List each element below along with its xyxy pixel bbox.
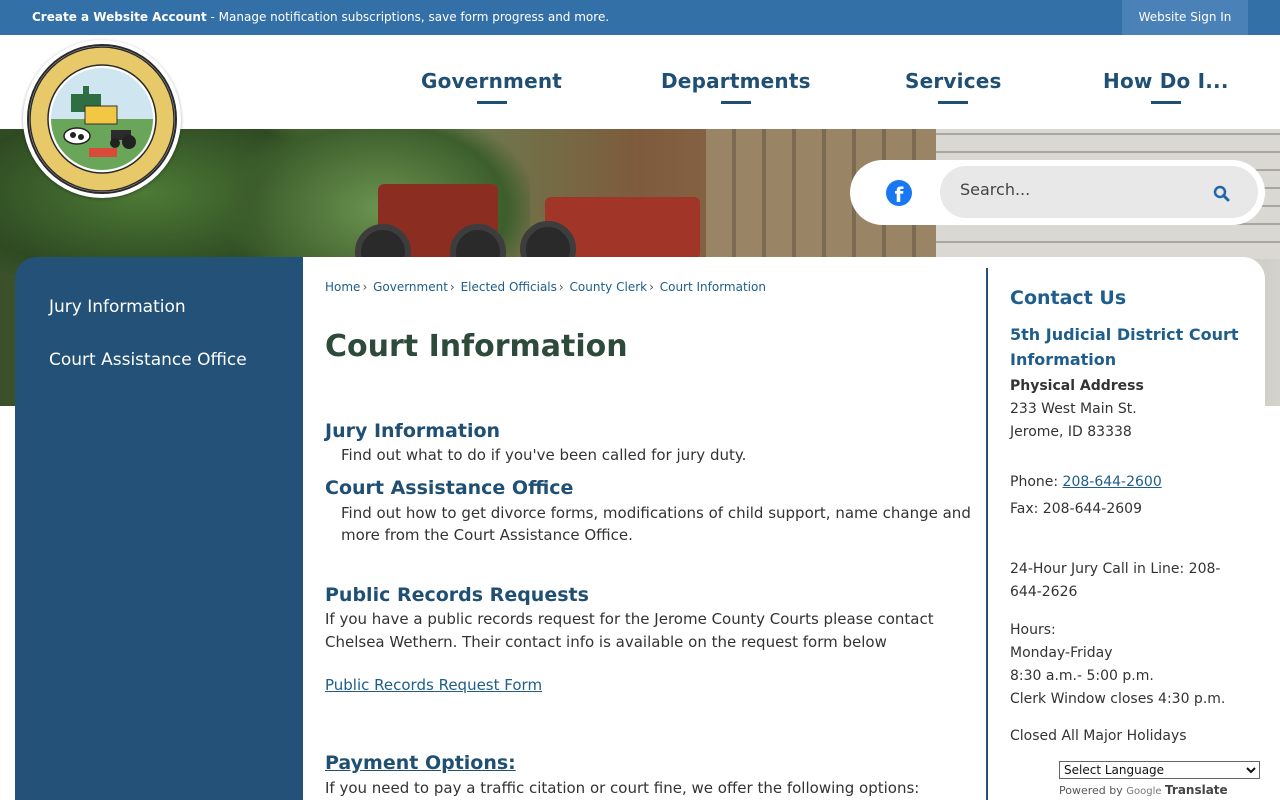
header: Government Departments Services How Do I… — [0, 35, 1280, 129]
facebook-letter: f — [894, 183, 904, 206]
jury-information-heading-link[interactable]: Jury Information — [325, 420, 500, 442]
breadcrumb-separator: › — [649, 280, 654, 294]
nav-how-do-i[interactable]: How Do I... — [1103, 69, 1229, 104]
public-records-text: If you have a public records request for… — [325, 610, 934, 651]
nav-departments-label: Departments — [661, 69, 811, 93]
nav-how-do-i-label: How Do I... — [1103, 69, 1229, 93]
court-name-heading: 5th Judicial District Court Information — [1010, 325, 1239, 369]
payment-options-text: If you need to pay a traffic citation or… — [325, 779, 920, 797]
public-records-request-form-link[interactable]: Public Records Request Form — [325, 676, 542, 694]
facebook-icon[interactable]: f — [886, 180, 912, 206]
phone-link[interactable]: 208-644-2600 — [1063, 474, 1162, 490]
search-icon[interactable] — [1212, 184, 1232, 204]
address-block: Physical Address 233 West Main St. Jerom… — [1010, 375, 1250, 444]
address-line-1: 233 West Main St. — [1010, 401, 1137, 417]
hours-days: Monday-Friday — [1010, 645, 1113, 661]
nav-underline — [938, 101, 969, 104]
breadcrumb-court-information[interactable]: Court Information — [660, 280, 766, 294]
hours-block: Hours: Monday-Friday 8:30 a.m.- 5:00 p.m… — [1010, 619, 1250, 711]
contact-us-heading: Contact Us — [1010, 287, 1127, 309]
breadcrumb-separator: › — [449, 280, 455, 294]
powered-by-google-translate: Powered by Google Translate — [1059, 783, 1260, 797]
nav-departments[interactable]: Departments — [661, 69, 811, 104]
nav-services[interactable]: Services — [905, 69, 1002, 104]
seal-icon — [27, 44, 177, 194]
sidebar-item-court-assistance-office[interactable]: Court Assistance Office — [49, 350, 247, 370]
county-seal-logo[interactable] — [23, 40, 181, 198]
breadcrumb-home[interactable]: Home — [325, 280, 360, 294]
translate-link[interactable]: Translate — [1165, 783, 1228, 797]
create-account-link[interactable]: Create a Website Account — [32, 10, 207, 24]
website-sign-in-button[interactable]: Website Sign In — [1122, 0, 1248, 35]
nav-government[interactable]: Government — [421, 69, 563, 104]
holiday-closure: Closed All Major Holidays — [1010, 728, 1187, 744]
translate-widget: Select Language Powered by Google Transl… — [1059, 759, 1260, 797]
clerk-window-hours: Clerk Window closes 4:30 p.m. — [1010, 691, 1226, 707]
account-description: - Manage notification subscriptions, sav… — [206, 10, 610, 24]
breadcrumb-county-clerk[interactable]: County Clerk — [570, 280, 648, 294]
payment-options-heading-link[interactable]: Payment Options: — [325, 752, 516, 774]
page-title: Court Information — [325, 329, 628, 364]
account-message[interactable]: Create a Website Account - Manage notifi… — [32, 10, 609, 24]
nav-underline — [476, 101, 507, 104]
phone-label: Phone: — [1010, 474, 1063, 490]
hours-time: 8:30 a.m.- 5:00 p.m. — [1010, 668, 1154, 684]
powered-by-label: Powered by — [1059, 784, 1123, 797]
search-bar: f — [850, 160, 1265, 225]
breadcrumb-government[interactable]: Government — [373, 280, 448, 294]
top-bar: Create a Website Account - Manage notifi… — [0, 0, 1280, 35]
jury-information-description: Find out what to do if you've been calle… — [341, 446, 747, 464]
breadcrumb: Home › Government › Elected Officials › Cou… — [325, 280, 766, 294]
court-assistance-heading-link[interactable]: Court Assistance Office — [325, 477, 573, 499]
search-input[interactable] — [960, 180, 1210, 199]
content-panel: Home › Government › Elected Officials › Cou… — [303, 257, 1265, 800]
breadcrumb-separator: › — [362, 280, 368, 294]
address-line-2: Jerome, ID 83338 — [1010, 424, 1132, 440]
breadcrumb-elected-officials[interactable]: Elected Officials — [461, 280, 557, 294]
search-field — [940, 166, 1258, 218]
fax-line: Fax: 208-644-2609 — [1010, 501, 1142, 517]
sidebar: Jury Information Court Assistance Office — [15, 257, 303, 800]
nav-government-label: Government — [421, 69, 563, 93]
column-divider — [986, 268, 988, 800]
phone-line: Phone: 208-644-2600 — [1010, 471, 1250, 494]
jury-call-line: 24-Hour Jury Call in Line: 208-644-2626 — [1010, 561, 1221, 600]
nav-services-label: Services — [905, 69, 1002, 93]
language-select[interactable]: Select Language — [1059, 761, 1260, 779]
court-assistance-description: Find out how to get divorce forms, modif… — [341, 504, 971, 544]
breadcrumb-separator: › — [558, 280, 564, 294]
public-records-heading: Public Records Requests — [325, 584, 589, 606]
sidebar-item-jury-information[interactable]: Jury Information — [49, 297, 186, 317]
address-label: Physical Address — [1010, 378, 1144, 394]
nav-underline — [1150, 101, 1181, 104]
hours-label: Hours: — [1010, 622, 1056, 638]
nav-underline — [720, 101, 751, 104]
google-logo: Google — [1126, 786, 1162, 797]
